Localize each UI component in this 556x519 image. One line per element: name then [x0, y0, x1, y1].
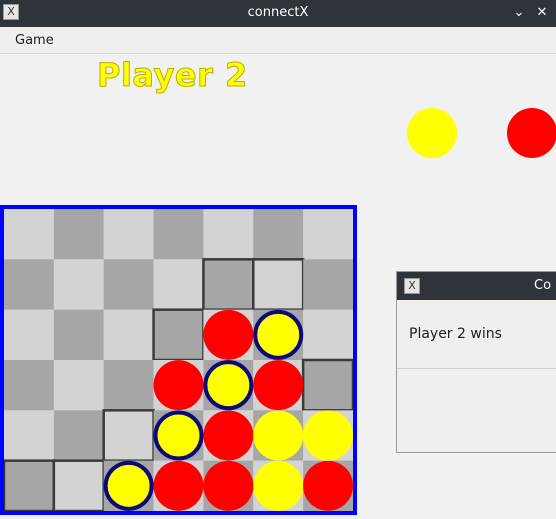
- board-cell[interactable]: [103, 360, 154, 411]
- board-cell[interactable]: [303, 309, 353, 360]
- board-cell[interactable]: [253, 209, 304, 260]
- red-disc: [153, 460, 204, 511]
- yellow-disc: [303, 410, 353, 461]
- red-disc: [153, 360, 204, 411]
- close-icon[interactable]: ✕: [533, 4, 551, 22]
- board-cell[interactable]: [4, 209, 54, 260]
- board-grid[interactable]: [4, 209, 353, 511]
- board-cell[interactable]: [4, 360, 54, 411]
- board-cell[interactable]: [4, 459, 56, 511]
- x-app-icon: X: [404, 278, 420, 294]
- board-cell[interactable]: [4, 259, 54, 310]
- red-disc: [203, 460, 254, 511]
- board-cell[interactable]: [303, 209, 353, 260]
- board-cell[interactable]: [53, 309, 104, 360]
- board-cell[interactable]: [53, 410, 104, 461]
- board-cell[interactable]: [203, 209, 254, 260]
- board-cell[interactable]: [301, 358, 353, 412]
- dialog-separator: [397, 368, 556, 369]
- board-cell[interactable]: [153, 209, 204, 260]
- board-cell[interactable]: [4, 309, 54, 360]
- game-board[interactable]: [0, 205, 357, 515]
- menu-bar: Game: [0, 27, 556, 54]
- menu-game[interactable]: Game: [15, 33, 54, 48]
- board-cell[interactable]: [202, 258, 255, 311]
- dialog-title: Co: [534, 278, 552, 293]
- red-player-disc: [507, 108, 556, 158]
- window-title: connectX: [247, 5, 309, 20]
- yellow-disc: [253, 410, 304, 461]
- board-cell[interactable]: [102, 409, 155, 462]
- yellow-disc: [253, 309, 304, 360]
- red-disc: [203, 309, 254, 360]
- red-disc: [253, 360, 304, 411]
- board-cell[interactable]: [53, 259, 104, 310]
- dialog-message: Player 2 wins: [409, 326, 502, 342]
- window-titlebar: X connectX ⌄ ✕: [0, 0, 556, 27]
- yellow-disc: [103, 460, 154, 511]
- board-cell[interactable]: [252, 258, 305, 311]
- chevron-down-icon[interactable]: ⌄: [510, 4, 528, 22]
- dialog-titlebar: X Co: [397, 272, 556, 300]
- board-cell[interactable]: [103, 259, 154, 310]
- board-cell[interactable]: [103, 209, 154, 260]
- yellow-player-disc: [407, 108, 457, 158]
- board-cell[interactable]: [152, 308, 205, 362]
- red-disc: [203, 410, 254, 461]
- current-player-label: Player 2: [97, 56, 248, 95]
- board-cell[interactable]: [53, 209, 104, 260]
- board-cell[interactable]: [4, 410, 54, 461]
- yellow-disc: [203, 360, 254, 411]
- result-dialog: X Co Player 2 wins: [396, 271, 556, 453]
- board-cell[interactable]: [103, 309, 154, 360]
- yellow-disc: [253, 460, 304, 511]
- board-cell[interactable]: [53, 360, 104, 411]
- board-cell[interactable]: [153, 259, 204, 310]
- board-cell[interactable]: [52, 459, 105, 511]
- red-disc: [303, 460, 353, 511]
- board-cell[interactable]: [303, 259, 353, 310]
- yellow-disc: [153, 410, 204, 461]
